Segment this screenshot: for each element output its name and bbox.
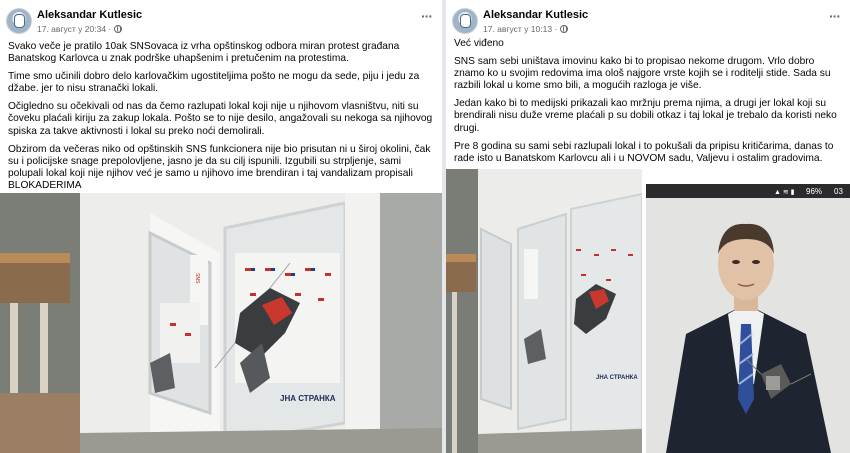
phone-battery: 96% (806, 187, 822, 196)
svg-text:▲ ≋ ▮: ▲ ≋ ▮ (774, 189, 795, 196)
post-paragraph: Pre 8 godina su sami sebi razlupali loka… (454, 140, 834, 164)
post-header: Aleksandar Kutlesic 17. август у 20:34 ·… (0, 0, 442, 40)
photo-sign-text: ЈНА СТРАНКА (596, 375, 638, 381)
post-meta: 17. август у 20:34 · (37, 24, 123, 34)
post-paragraph: Svako veče je pratilo 10ak SNSovaca iz v… (8, 41, 400, 65)
post-meta: 17. август у 10:13 · (483, 24, 569, 34)
post-left: Aleksandar Kutlesic 17. август у 20:34 ·… (0, 0, 442, 453)
post-paragraph: Obzirom da večeras niko od opštinskih SN… (8, 143, 431, 192)
author-name[interactable]: Aleksandar Kutlesic (37, 9, 142, 21)
author-name[interactable]: Aleksandar Kutlesic (483, 9, 588, 21)
post-paragraph: Jedan kako bi to medijski prikazali kao … (454, 98, 837, 134)
more-dots-icon[interactable]: ··· (421, 8, 433, 24)
post-paragraph: SNS sam sebi uništava imovinu kako bi to… (454, 55, 831, 92)
post-photo-storefront[interactable]: ЈНА СТРАНКА (446, 169, 642, 453)
post-text: Već viđeno SNS sam sebi uništava imovinu… (454, 38, 842, 188)
post-photo-storefront[interactable]: SNS ЈНА СТРАНКА (0, 193, 442, 453)
post-paragraph: Time smo učinili dobro delo karlovačkim … (8, 71, 420, 95)
phone-time: 03 (834, 187, 843, 196)
globe-icon (114, 25, 123, 33)
post-photo-phone-screenshot[interactable]: ▲ ≋ ▮ 96% 03 (646, 184, 850, 453)
post-timestamp[interactable]: 17. август у 10:13 · (483, 24, 557, 34)
globe-icon (560, 25, 569, 33)
more-dots-icon[interactable]: ··· (829, 8, 841, 24)
author-avatar[interactable] (6, 8, 32, 34)
post-text: Svako veče je pratilo 10ak SNSovaca iz v… (8, 41, 434, 198)
post-timestamp[interactable]: 17. август у 20:34 · (37, 24, 111, 34)
post-paragraph: Već viđeno (454, 38, 504, 49)
post-header: Aleksandar Kutlesic 17. август у 10:13 ·… (446, 0, 850, 40)
post-right: Aleksandar Kutlesic 17. август у 10:13 ·… (446, 0, 850, 453)
post-paragraph: Očigledno su očekivali od nas da čemo ra… (8, 101, 433, 137)
author-avatar[interactable] (452, 8, 478, 34)
photo-sign-text: ЈНА СТРАНКА (280, 394, 336, 403)
svg-text:SNS: SNS (194, 273, 200, 284)
